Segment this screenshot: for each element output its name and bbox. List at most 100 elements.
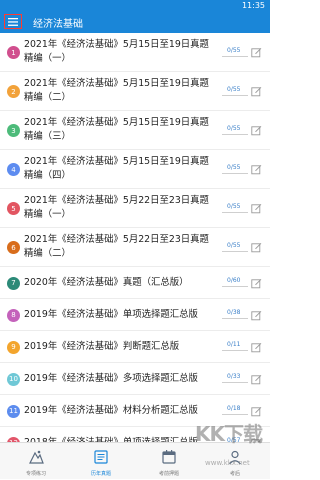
item-title: 2021年《经济法基础》5月15日至19日真题 精编（一） (24, 38, 214, 66)
list-item[interactable]: 10 2019年《经济法基础》多项选择题汇总版 0/33 (0, 363, 270, 395)
item-title: 2021年《经济法基础》5月15日至19日真题 精编（二） (24, 77, 214, 105)
list-item[interactable]: 1 2021年《经济法基础》5月15日至19日真题 精编（一） 0/55 (0, 33, 270, 72)
progress-bar (222, 211, 248, 213)
edit-icon[interactable] (251, 342, 262, 353)
list-item[interactable]: 7 2020年《经济法基础》真题（汇总版） 0/60 (0, 267, 270, 299)
item-number-badge: 8 (7, 308, 20, 322)
edit-icon[interactable] (251, 125, 262, 136)
item-title: 2021年《经济法基础》5月15日至19日真题 精编（三） (24, 116, 214, 144)
calendar-icon (162, 450, 176, 464)
item-number-badge: 7 (7, 276, 20, 290)
hamburger-menu-icon[interactable] (4, 14, 22, 29)
item-title-line: 精编（四） (24, 170, 71, 181)
item-title-line: 精编（一） (24, 53, 71, 64)
item-title-line: 2020年《经济法基础》真题（汇总版） (24, 277, 189, 288)
progress-bar (222, 382, 248, 383)
question-bank-list: 1 2021年《经济法基础》5月15日至19日真题 精编（一） 0/55 2 2021年《… (0, 33, 270, 442)
item-number-badge: 6 (7, 241, 20, 254)
progress-bar (222, 350, 248, 351)
status-time: 11:35 (241, 1, 265, 10)
watermark-url: www.kkx.net (205, 459, 250, 467)
tab-label: 专项练习 (25, 471, 46, 477)
item-title-line: 精编（一） (24, 209, 71, 220)
item-title: 2019年《经济法基础》多项选择题汇总版 (24, 372, 214, 386)
edit-icon[interactable] (251, 278, 262, 289)
item-title-line: 2021年《经济法基础》5月15日至19日真题 (24, 156, 209, 167)
edit-icon[interactable] (251, 374, 262, 385)
item-number-badge: 5 (7, 202, 20, 215)
list-item[interactable]: 2 2021年《经济法基础》5月15日至19日真题 精编（二） 0/55 (0, 72, 270, 111)
item-title-line: 2021年《经济法基础》5月15日至19日真题 (24, 78, 209, 89)
list-item[interactable]: 8 2019年《经济法基础》单项选择题汇总版 0/38 (0, 299, 270, 331)
tab-pre-exam[interactable]: 考前押题 (141, 443, 197, 480)
watermark-logo: KK下载 (195, 422, 263, 446)
item-number-badge: 10 (7, 372, 20, 386)
page-title: 经济法基础 (33, 19, 83, 30)
progress-count: 0/18 (227, 405, 241, 412)
edit-icon[interactable] (251, 242, 262, 253)
edit-icon[interactable] (251, 164, 262, 175)
item-number-badge: 1 (7, 46, 20, 59)
document-list-icon (94, 450, 108, 464)
progress-count: 0/55 (227, 163, 241, 171)
list-item[interactable]: 9 2019年《经济法基础》判断题汇总版 0/11 (0, 331, 270, 363)
progress-count: 0/33 (227, 373, 241, 380)
item-title: 2019年《经济法基础》材料分析题汇总版 (24, 404, 214, 418)
list-item[interactable]: 3 2021年《经济法基础》5月15日至19日真题 精编（三） 0/55 (0, 111, 270, 150)
edit-icon[interactable] (251, 406, 262, 417)
item-number-badge: 4 (7, 163, 20, 176)
item-title: 2019年《经济法基础》判断题汇总版 (24, 340, 214, 354)
tab-past-exams[interactable]: 历年真题 (73, 443, 129, 480)
progress-count: 0/55 (227, 202, 241, 210)
progress-bar (222, 250, 248, 252)
item-title-line: 2021年《经济法基础》5月15日至19日真题 (24, 39, 209, 50)
progress-count: 0/11 (227, 341, 241, 348)
item-number-badge: 9 (7, 340, 20, 354)
progress-count: 0/38 (227, 309, 241, 316)
progress-bar (222, 172, 248, 174)
progress-count: 0/55 (227, 85, 241, 93)
tab-label: 考前押题 (158, 471, 179, 477)
item-title: 2021年《经济法基础》5月22日至23日真题 精编（二） (24, 233, 214, 261)
item-title-line: 2021年《经济法基础》5月22日至23日真题 (24, 234, 209, 245)
edit-icon[interactable] (251, 203, 262, 214)
item-number-badge: 3 (7, 124, 20, 137)
item-title-line: 2019年《经济法基础》多项选择题汇总版 (24, 373, 198, 384)
status-bar: 11:35 (0, 0, 270, 11)
item-title: 2019年《经济法基础》单项选择题汇总版 (24, 308, 214, 322)
edit-icon[interactable] (251, 86, 262, 97)
list-item[interactable]: 4 2021年《经济法基础》5月15日至19日真题 精编（四） 0/55 (0, 150, 270, 189)
progress-bar (222, 414, 248, 415)
progress-bar (222, 133, 248, 135)
edit-icon[interactable] (251, 47, 262, 58)
progress-count: 0/55 (227, 46, 241, 54)
list-item[interactable]: 5 2021年《经济法基础》5月22日至23日真题 精编（一） 0/55 (0, 189, 270, 228)
item-title-line: 精编（二） (24, 92, 71, 103)
tab-label: 历年真题 (90, 471, 111, 477)
progress-bar (222, 286, 248, 287)
list-item[interactable]: 6 2021年《经济法基础》5月22日至23日真题 精编（二） 0/55 (0, 228, 270, 267)
progress-count: 0/55 (227, 124, 241, 132)
progress-bar (222, 55, 248, 57)
edit-icon[interactable] (251, 310, 262, 321)
tab-label: 考后 (229, 471, 240, 477)
progress-count: 0/55 (227, 241, 241, 249)
item-number-badge: 11 (7, 404, 20, 418)
item-title: 2021年《经济法基础》5月15日至19日真题 精编（四） (24, 155, 214, 183)
item-title-line: 2019年《经济法基础》单项选择题汇总版 (24, 309, 198, 320)
item-number-badge: 2 (7, 85, 20, 98)
app-bar: 经济法基础 (0, 11, 270, 33)
item-title-line: 精编（三） (24, 131, 71, 142)
progress-count: 0/60 (227, 277, 241, 284)
tab-special-practice[interactable]: 专项练习 (8, 443, 64, 480)
item-title: 2020年《经济法基础》真题（汇总版） (24, 276, 214, 290)
item-title-line: 2019年《经济法基础》材料分析题汇总版 (24, 405, 198, 416)
item-title: 2021年《经济法基础》5月22日至23日真题 精编（一） (24, 194, 214, 222)
item-title-line: 2019年《经济法基础》判断题汇总版 (24, 341, 180, 352)
item-title-line: 2021年《经济法基础》5月15日至19日真题 (24, 117, 209, 128)
item-title-line: 精编（二） (24, 248, 71, 259)
item-title-line: 2021年《经济法基础》5月22日至23日真题 (24, 195, 209, 206)
progress-bar (222, 94, 248, 96)
mountain-chart-icon (29, 450, 44, 464)
progress-bar (222, 318, 248, 319)
